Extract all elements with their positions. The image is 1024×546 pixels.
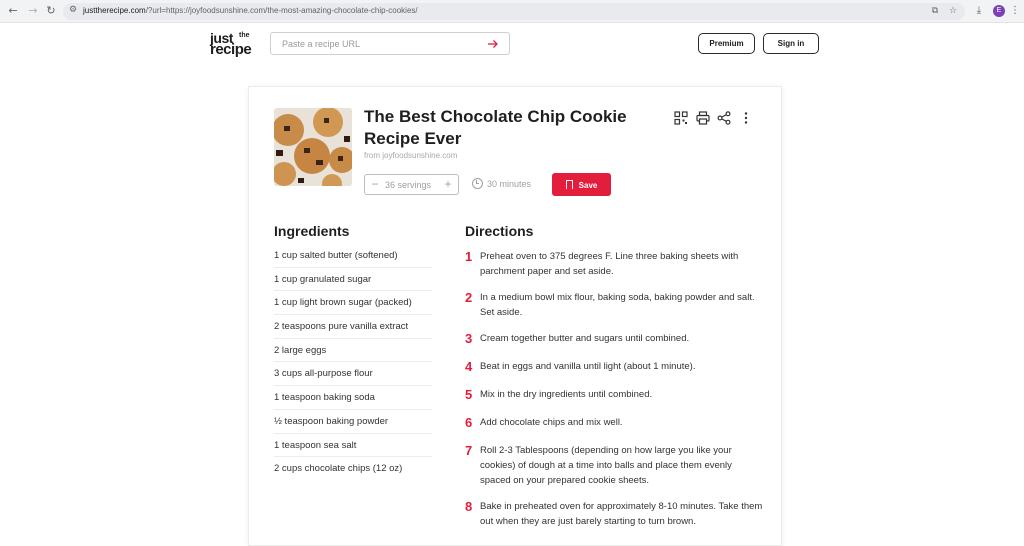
cast-icon[interactable]: ⧉ bbox=[929, 5, 941, 17]
directions-heading: Directions bbox=[465, 223, 534, 239]
step-text: Roll 2-3 Tablespoons (depending on how l… bbox=[480, 445, 732, 486]
browser-toolbar: ← → ↻ ⚙ justtherecipe.com/?url=https://j… bbox=[0, 0, 1024, 23]
share-icon[interactable] bbox=[717, 111, 731, 125]
cook-time: 30 minutes bbox=[472, 178, 531, 189]
site-logo[interactable]: just the recipe bbox=[210, 30, 262, 58]
ingredient-item: 1 cup salted butter (softened) bbox=[274, 244, 432, 268]
ingredient-item: 1 cup light brown sugar (packed) bbox=[274, 291, 432, 316]
direction-step: 5 Mix in the dry ingredients until combin… bbox=[465, 387, 765, 402]
recipe-url-input[interactable] bbox=[282, 37, 482, 51]
servings-stepper: − 36 servings + bbox=[364, 174, 459, 195]
address-bar[interactable]: ⚙ justtherecipe.com/?url=https://joyfood… bbox=[63, 3, 965, 20]
decrease-servings-button[interactable]: − bbox=[369, 178, 381, 190]
ingredients-heading: Ingredients bbox=[274, 223, 350, 239]
premium-button[interactable]: Premium bbox=[698, 33, 755, 54]
direction-step: 8 Bake in preheated oven for approximatel… bbox=[465, 499, 765, 529]
site-info-icon[interactable]: ⚙ bbox=[69, 5, 77, 15]
cook-time-text: 30 minutes bbox=[487, 179, 532, 189]
forward-icon[interactable]: → bbox=[26, 4, 40, 18]
submit-arrow-icon[interactable] bbox=[487, 38, 499, 50]
step-number: 8 bbox=[465, 499, 473, 514]
url-text: justtherecipe.com/?url=https://joyfoodsu… bbox=[83, 6, 418, 15]
profile-avatar[interactable]: E bbox=[993, 5, 1005, 17]
increase-servings-button[interactable]: + bbox=[442, 178, 454, 190]
back-icon[interactable]: ← bbox=[6, 4, 20, 18]
step-number: 5 bbox=[465, 387, 473, 402]
sign-in-button[interactable]: Sign in bbox=[763, 33, 819, 54]
url-path: /?url=https://joyfoodsunshine.com/the-mo… bbox=[145, 6, 418, 15]
url-domain: justtherecipe.com bbox=[83, 6, 146, 15]
recipe-url-search bbox=[270, 32, 510, 55]
step-number: 1 bbox=[465, 249, 473, 264]
step-number: 6 bbox=[465, 415, 473, 430]
ingredient-item: 1 teaspoon baking soda bbox=[274, 386, 432, 410]
step-number: 3 bbox=[465, 331, 473, 346]
logo-the: the bbox=[239, 32, 250, 39]
ingredient-item: 2 teaspoons pure vanilla extract bbox=[274, 315, 432, 339]
save-label: Save bbox=[578, 180, 598, 190]
reload-icon[interactable]: ↻ bbox=[44, 4, 58, 18]
direction-step: 2 In a medium bowl mix flour, baking soda… bbox=[465, 290, 765, 320]
ingredient-item: ½ teaspoon baking powder bbox=[274, 410, 432, 434]
step-number: 2 bbox=[465, 290, 473, 305]
ingredient-item: 2 large eggs bbox=[274, 339, 432, 363]
step-number: 7 bbox=[465, 443, 473, 458]
servings-text: 36 servings bbox=[385, 180, 431, 190]
direction-step: 4 Beat in eggs and vanilla until light (a… bbox=[465, 359, 765, 374]
save-button[interactable]: Save bbox=[552, 173, 611, 196]
download-icon[interactable]: ⤓ bbox=[972, 4, 986, 18]
direction-step: 7 Roll 2-3 Tablespoons (depending on how … bbox=[465, 443, 765, 488]
menu-kebab-icon[interactable]: ⋮ bbox=[1008, 4, 1022, 18]
step-text: Add chocolate chips and mix well. bbox=[480, 417, 623, 428]
more-options-icon[interactable] bbox=[739, 111, 753, 125]
servings-count: 36 bbox=[385, 180, 396, 190]
step-text: Mix in the dry ingredients until combine… bbox=[480, 389, 653, 400]
direction-step: 3 Cream together butter and sugars until … bbox=[465, 331, 765, 346]
step-number: 4 bbox=[465, 359, 473, 374]
ingredient-item: 2 cups chocolate chips (12 oz) bbox=[274, 463, 403, 475]
ingredient-item: 1 cup granulated sugar bbox=[274, 268, 432, 292]
step-text: Cream together butter and sugars until c… bbox=[480, 333, 690, 344]
recipe-source[interactable]: from joyfoodsunshine.com bbox=[364, 151, 457, 160]
step-text: Bake in preheated oven for approximately… bbox=[480, 501, 763, 527]
print-icon[interactable] bbox=[696, 111, 710, 125]
clock-icon bbox=[472, 178, 483, 189]
bookmark-icon bbox=[565, 179, 573, 189]
step-text: In a medium bowl mix flour, baking soda,… bbox=[480, 292, 755, 318]
step-text: Beat in eggs and vanilla until light (ab… bbox=[480, 361, 696, 372]
recipe-photo bbox=[274, 108, 352, 186]
ingredient-item: 3 cups all-purpose flour bbox=[274, 362, 432, 387]
ingredient-item: 1 teaspoon sea salt bbox=[274, 434, 432, 458]
recipe-card: The Best Chocolate Chip Cookie Recipe Ev… bbox=[248, 86, 782, 546]
step-text: Preheat oven to 375 degrees F. Line thre… bbox=[480, 251, 739, 277]
direction-step: 6 Add chocolate chips and mix well. bbox=[465, 415, 765, 430]
qr-code-icon[interactable] bbox=[674, 111, 688, 125]
ingredients-list: 1 cup salted butter (softened) 1 cup gran… bbox=[274, 244, 432, 481]
bookmark-star-icon[interactable]: ☆ bbox=[947, 5, 959, 17]
directions-list: 1 Preheat oven to 375 degrees F. Line thr… bbox=[465, 249, 765, 529]
servings-label: servings bbox=[397, 180, 432, 190]
direction-step: 1 Preheat oven to 375 degrees F. Line thr… bbox=[465, 249, 765, 279]
recipe-title: The Best Chocolate Chip Cookie Recipe Ev… bbox=[364, 107, 627, 148]
logo-recipe: recipe bbox=[210, 41, 252, 58]
